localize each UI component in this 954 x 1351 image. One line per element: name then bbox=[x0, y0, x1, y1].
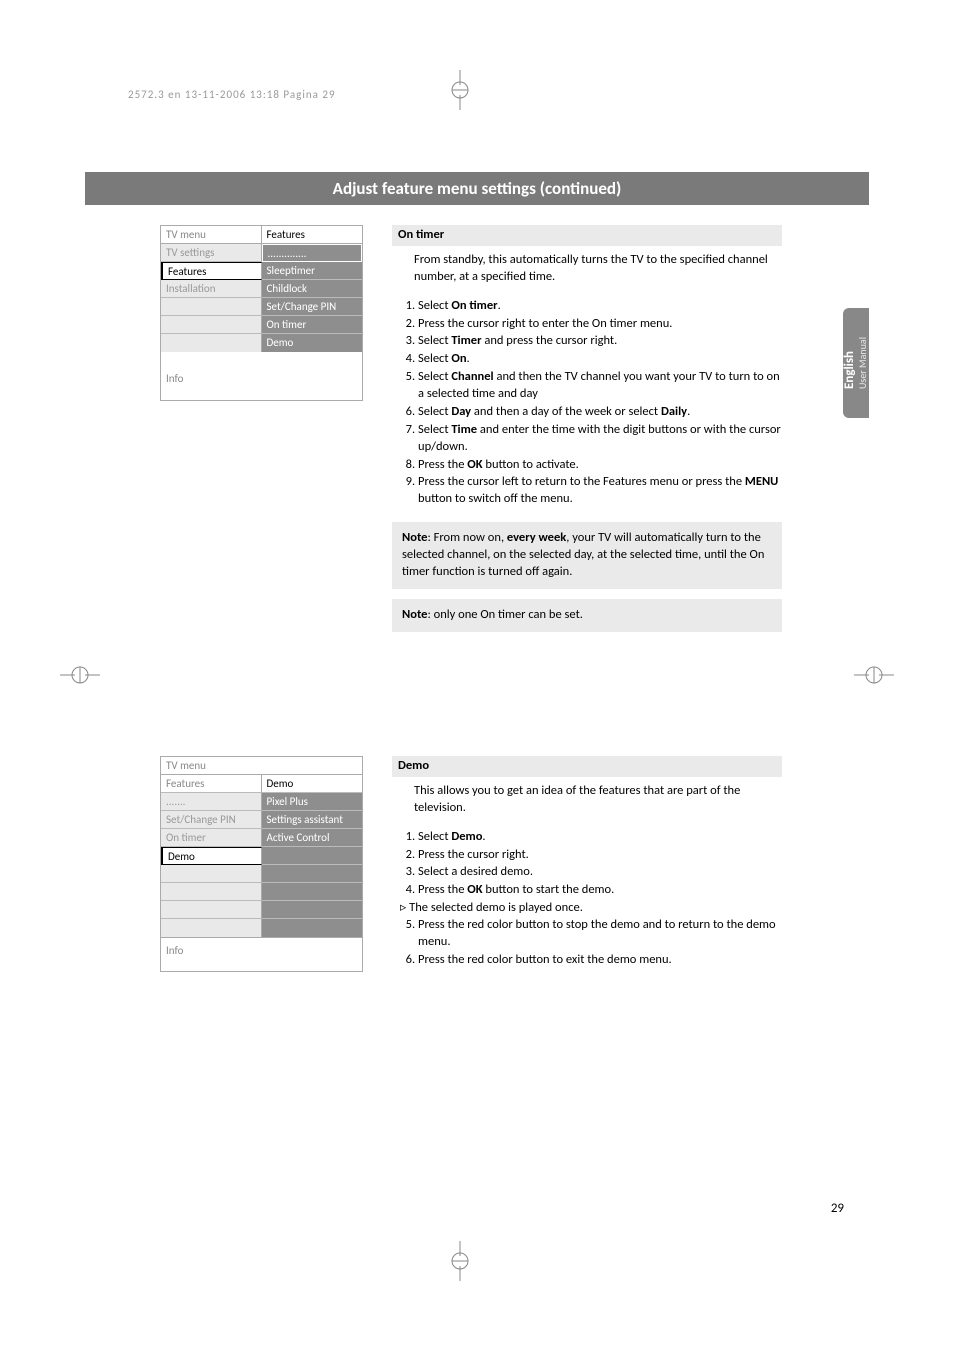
section-intro: This allows you to get an idea of the fe… bbox=[414, 783, 782, 817]
menu-info: Info bbox=[161, 937, 362, 971]
crop-mark-icon bbox=[60, 655, 100, 695]
menu-right-item: Settings assistant bbox=[262, 811, 363, 829]
menu-right-header: Features bbox=[262, 226, 363, 244]
menu-right-item bbox=[262, 883, 363, 901]
crop-mark-icon bbox=[440, 1241, 480, 1281]
manual-label: User Manual bbox=[856, 337, 869, 389]
step-item: Select Timer and press the cursor right. bbox=[418, 333, 782, 350]
crop-mark-icon bbox=[440, 70, 480, 110]
menu-right-item bbox=[262, 847, 363, 865]
menu-left-item: On timer bbox=[161, 829, 262, 847]
section-heading: Demo bbox=[392, 756, 782, 777]
steps-list: Press the red color button to stop the d… bbox=[400, 917, 782, 969]
section-on-timer: On timer From standby, this automaticall… bbox=[392, 225, 782, 632]
step-item: Press the cursor right. bbox=[418, 847, 782, 864]
menu-left-item-selected: Features bbox=[161, 262, 262, 280]
menu-right-header: Demo bbox=[262, 775, 363, 793]
menu-left-item bbox=[161, 316, 262, 334]
menu-right-item: Childlock bbox=[262, 280, 363, 298]
step-item: Press the OK button to start the demo. bbox=[418, 882, 782, 899]
section-demo: Demo This allows you to get an idea of t… bbox=[392, 756, 782, 970]
language-label: English bbox=[842, 351, 857, 389]
step-item: Press the red color button to stop the d… bbox=[418, 917, 782, 951]
step-item: Press the OK button to activate. bbox=[418, 457, 782, 474]
note-box: Note: From now on, every week, your TV w… bbox=[392, 522, 782, 589]
menu-left-item bbox=[161, 901, 262, 919]
steps-list: Select Demo.Press the cursor right.Selec… bbox=[400, 829, 782, 900]
page-title: Adjust feature menu settings (continued) bbox=[85, 172, 869, 205]
step-item: Select Channel and then the TV channel y… bbox=[418, 369, 782, 403]
step-item: Press the cursor right to enter the On t… bbox=[418, 316, 782, 333]
note-box: Note: only one On timer can be set. bbox=[392, 599, 782, 632]
menu-title: TV menu bbox=[161, 757, 362, 775]
menu-right-item: Sleeptimer bbox=[262, 262, 363, 280]
menu-right-item bbox=[262, 919, 363, 937]
step-item: Select a desired demo. bbox=[418, 864, 782, 881]
section-heading: On timer bbox=[392, 225, 782, 246]
step-item: Select On timer. bbox=[418, 298, 782, 315]
steps-list: Select On timer.Press the cursor right t… bbox=[400, 298, 782, 509]
menu-left-item: TV settings bbox=[161, 244, 262, 262]
menu-right-item: Set/Change PIN bbox=[262, 298, 363, 316]
step-item: Select On. bbox=[418, 351, 782, 368]
page-number: 29 bbox=[831, 1201, 844, 1216]
menu-left-header: Features bbox=[161, 775, 262, 793]
result-item: The selected demo is played once. bbox=[400, 900, 782, 917]
menu-right-item: Pixel Plus bbox=[262, 793, 363, 811]
print-header: 2572.3 en 13-11-2006 13:18 Pagina 29 bbox=[128, 88, 336, 101]
step-item: Select Time and enter the time with the … bbox=[418, 422, 782, 456]
language-tab: English User Manual bbox=[843, 308, 869, 418]
menu-right-item bbox=[262, 865, 363, 883]
step-item: Press the red color button to exit the d… bbox=[418, 952, 782, 969]
menu-left-item bbox=[161, 883, 262, 901]
step-item: Press the cursor left to return to the F… bbox=[418, 474, 782, 508]
menu-left-item: Set/Change PIN bbox=[161, 811, 262, 829]
step-item: Select Day and then a day of the week or… bbox=[418, 404, 782, 421]
menu-right-item: On timer bbox=[262, 316, 363, 334]
step-item: Select Demo. bbox=[418, 829, 782, 846]
crop-mark-icon bbox=[854, 655, 894, 695]
menu-table-features: TV menu TV settings Features Installatio… bbox=[160, 225, 363, 401]
menu-right-item: Active Control bbox=[262, 829, 363, 847]
section-intro: From standby, this automatically turns t… bbox=[414, 252, 782, 286]
menu-info: Info bbox=[161, 366, 362, 400]
menu-left-item: Installation bbox=[161, 280, 262, 298]
menu-right-item bbox=[262, 901, 363, 919]
menu-left-item bbox=[161, 865, 262, 883]
menu-right-item: Demo bbox=[262, 334, 363, 352]
menu-left-item bbox=[161, 334, 262, 352]
menu-left-item-selected: Demo bbox=[161, 847, 262, 865]
menu-left-item bbox=[161, 919, 262, 937]
menu-left-item bbox=[161, 298, 262, 316]
menu-table-demo: TV menu Features ....... Set/Change PIN … bbox=[160, 756, 363, 972]
menu-left-item: ....... bbox=[161, 793, 262, 811]
menu-right-item-highlight: .............. bbox=[262, 244, 363, 262]
menu-title: TV menu bbox=[161, 226, 262, 244]
